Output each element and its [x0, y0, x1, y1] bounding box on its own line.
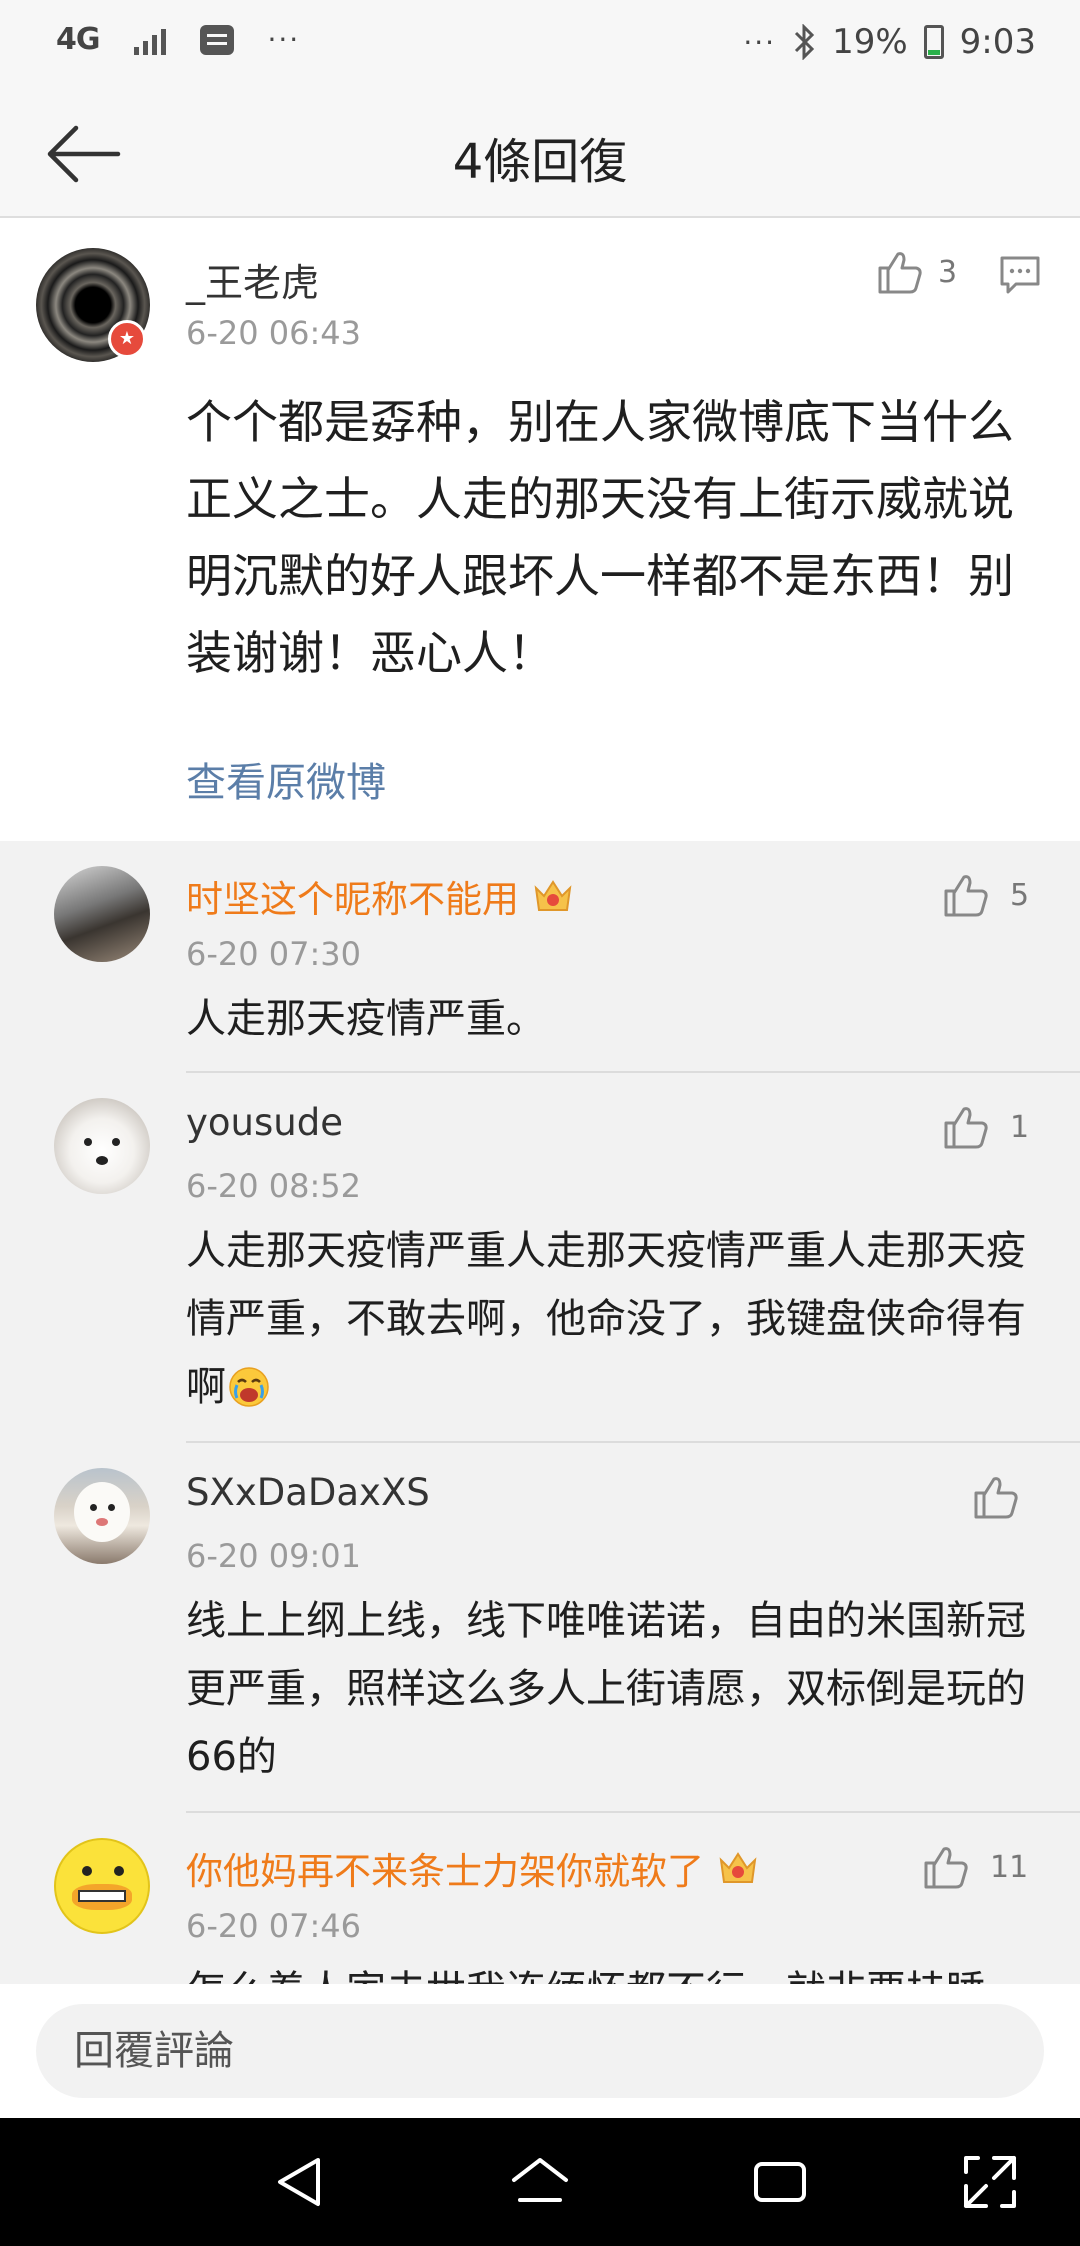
reply-username[interactable]: 你他妈再不来条士力架你就软了 [186, 1841, 758, 1895]
reply-username[interactable]: 时坚这个昵称不能用 [186, 869, 573, 923]
crying-emoji-icon [229, 1367, 269, 1407]
thumbs-up-icon [924, 1847, 968, 1889]
vip-crown-icon [534, 880, 572, 911]
expand-icon [964, 2156, 1016, 2208]
thumbs-up-icon [944, 875, 988, 917]
timestamp: 6-20 09:01 [186, 1537, 362, 1575]
clock: 9:03 [959, 22, 1036, 62]
nav-expand-button[interactable] [958, 2150, 1022, 2214]
comment-text: 个个都是孬种，别在人家微博底下当什么正义之士。人走的那天没有上街示威就说明沉默的… [186, 395, 1014, 680]
username-text[interactable]: 时坚这个昵称不能用 [186, 869, 519, 923]
more-status-icon: ··· [743, 25, 777, 59]
notification-icon [199, 24, 234, 55]
like-button[interactable] [972, 1473, 1020, 1521]
like-button[interactable]: 3 [876, 248, 957, 296]
status-bar: 4G ··· ··· 19% 9:03 [0, 0, 1080, 92]
like-count: 5 [1010, 877, 1030, 913]
timestamp: 6-20 07:30 [186, 935, 362, 973]
more-notifications-icon: ··· [267, 23, 301, 56]
timestamp: 6-20 06:43 [186, 314, 362, 352]
thumbs-up-icon [878, 252, 922, 294]
view-original-link[interactable]: 查看原微博 [186, 750, 386, 808]
recents-icon [754, 2162, 806, 2202]
reply-text: 怎么着人家去世我连缅怀都不行，就非要挂睡 [186, 1957, 1036, 1984]
reply-item: SXxDaDaxXS 6-20 09:01 线上上纲上线，线下唯唯诺诺，自由的米… [0, 1443, 1080, 1813]
like-button[interactable]: 1 [942, 1103, 1029, 1151]
reply-text-content: 人走那天疫情严重人走那天疫情严重人走那天疫情严重，不敢去啊，他命没了，我键盘侠命… [186, 1228, 1026, 1410]
timestamp: 6-20 08:52 [186, 1167, 362, 1205]
username-text[interactable]: 你他妈再不来条士力架你就软了 [186, 1841, 704, 1895]
like-count: 3 [938, 254, 958, 290]
like-button[interactable]: 5 [942, 871, 1029, 919]
thumbs-up-icon [974, 1477, 1018, 1519]
username[interactable]: _王老虎 [186, 252, 319, 307]
network-type: 4G [56, 22, 100, 57]
reply-item: 你他妈再不来条士力架你就软了 6-20 07:46 11 怎么着人家去世我连缅怀… [0, 1813, 1080, 1984]
reply-text: 人走那天疫情严重人走那天疫情严重人走那天疫情严重，不敢去啊，他命没了，我键盘侠命… [186, 1217, 1036, 1421]
reply-item: 时坚这个昵称不能用 6-20 07:30 5 人走那天疫情严重。 [0, 841, 1080, 1073]
battery-percent: 19% [832, 22, 908, 62]
reply-username[interactable]: yousude [186, 1101, 343, 1144]
bluetooth-icon [795, 24, 815, 60]
nav-back-button[interactable] [268, 2150, 332, 2214]
verified-badge-icon: ★ [108, 320, 146, 358]
timestamp: 6-20 07:46 [186, 1907, 362, 1945]
triangle-back-icon [278, 2158, 320, 2206]
main-comment: ★ _王老虎 6-20 06:43 3 个个都是孬种，别在人家微博底下当什么正义… [0, 218, 1080, 841]
reply-input-bar: 回覆評論 [0, 1984, 1080, 2118]
avatar[interactable] [54, 866, 150, 962]
reply-text: 线上上纲上线，线下唯唯诺诺，自由的米国新冠更严重，照样这么多人上街请愿，双标倒是… [186, 1598, 1026, 1780]
thumbs-up-icon [944, 1107, 988, 1149]
app-header: 4條回復 [0, 92, 1080, 218]
battery-icon [923, 25, 944, 59]
reply-text: 人走那天疫情严重。 [186, 996, 546, 1042]
nav-home-button[interactable] [508, 2150, 572, 2214]
like-count: 11 [990, 1849, 1029, 1885]
reply-input[interactable]: 回覆評論 [36, 2004, 1044, 2098]
like-button[interactable]: 11 [922, 1843, 1028, 1891]
system-nav-bar [0, 2118, 1080, 2246]
comment-button[interactable] [998, 252, 1042, 300]
home-icon [512, 2158, 568, 2202]
signal-icon [133, 25, 166, 55]
nav-recents-button[interactable] [748, 2150, 812, 2214]
avatar[interactable] [54, 1098, 150, 1194]
like-count: 1 [1010, 1109, 1030, 1145]
vip-crown-icon [719, 1852, 757, 1883]
page-title: 4條回復 [452, 134, 628, 190]
reply-username[interactable]: SXxDaDaxXS [186, 1471, 430, 1514]
avatar[interactable] [54, 1468, 150, 1564]
avatar[interactable] [54, 1838, 150, 1934]
comment-icon [1000, 256, 1040, 294]
reply-item: yousude 6-20 08:52 1 人走那天疫情严重人走那天疫情严重人走那… [0, 1073, 1080, 1443]
